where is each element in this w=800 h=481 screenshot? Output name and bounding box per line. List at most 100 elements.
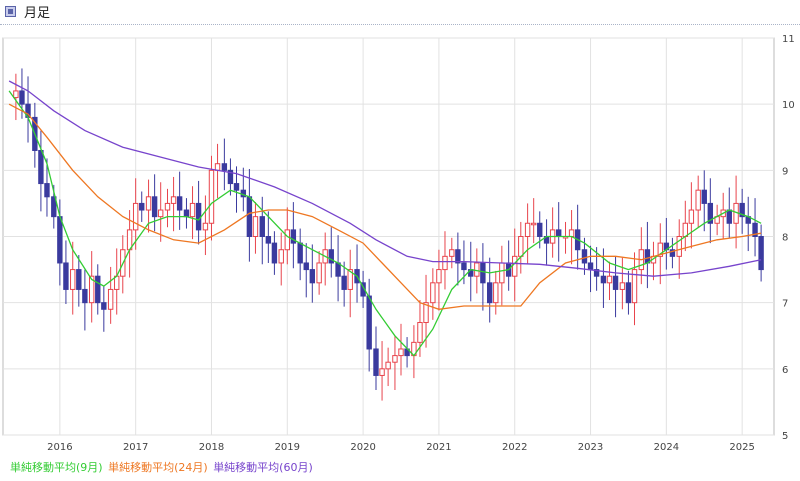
candle-down [480, 262, 486, 284]
candle-down [303, 262, 309, 271]
candle-up [493, 282, 499, 304]
candle-up [688, 209, 695, 224]
candle-down [487, 282, 493, 304]
x-tick-label: 2020 [350, 442, 375, 453]
candle-up [568, 229, 575, 237]
candle-down [19, 90, 25, 105]
candle-up [13, 90, 19, 99]
candle-down [259, 216, 265, 237]
candle-down [461, 262, 467, 271]
candle-up [132, 202, 139, 231]
candle-up [417, 322, 423, 343]
candle-down [309, 269, 316, 284]
candle-up [70, 269, 76, 290]
x-tick-label: 2023 [578, 442, 603, 453]
candle-down [297, 242, 303, 264]
candle-up [278, 249, 284, 264]
candle-down [151, 196, 158, 218]
candle-down [271, 242, 278, 264]
candle-down [38, 149, 44, 185]
x-tick-label: 2024 [654, 442, 679, 453]
chart-icon [5, 6, 16, 17]
candle-up [392, 355, 398, 363]
x-axis-ticks: 2016 2017 2018 2019 2020 2021 2022 2023 2024 2025 [47, 442, 755, 453]
candle-up [682, 222, 689, 237]
candle-down [195, 202, 202, 231]
candle-up [145, 196, 152, 211]
chart-header: 月足 [0, 0, 800, 25]
candle-down [758, 236, 764, 271]
candle-down [341, 275, 347, 290]
candle-up [284, 229, 290, 251]
legend-ma24: 単純移動平均(24月) [108, 461, 208, 474]
legend: 単純移動平均(9月) 単純移動平均(24月) 単純移動平均(60月) [10, 459, 315, 475]
candle-up [379, 368, 385, 376]
x-tick-label: 2016 [47, 442, 72, 453]
candle-up [499, 262, 505, 284]
candle-up [316, 262, 322, 284]
candle-up [695, 189, 701, 211]
candle-up [107, 288, 114, 310]
x-tick-label: 2017 [123, 442, 148, 453]
candle-down [587, 262, 594, 271]
candle-up [606, 275, 613, 284]
candle-down [265, 236, 272, 244]
candle-up [619, 282, 626, 290]
candle-down [644, 249, 651, 264]
candle-up [385, 361, 391, 370]
candle-down [82, 288, 88, 304]
candle-up [252, 216, 259, 237]
candle-down [600, 275, 607, 284]
candle-down [373, 348, 379, 376]
candle-down [221, 163, 228, 171]
candle-down [63, 262, 69, 290]
y-tick-label: 5 [782, 431, 788, 442]
candle-down [233, 183, 240, 191]
candle-down [581, 249, 588, 264]
y-tick-label: 6 [782, 365, 788, 376]
y-tick-label: 8 [782, 233, 788, 244]
legend-ma9: 単純移動平均(9月) [10, 461, 103, 474]
candle-up [449, 249, 455, 257]
candle-up [189, 202, 196, 218]
candlestick-chart: 567891011 2016 2017 2018 2019 2020 2021 2022 20… [2, 34, 795, 453]
candle-down [101, 302, 107, 310]
x-tick-label: 2021 [426, 442, 451, 453]
candle-down [176, 196, 183, 211]
candle-down [335, 262, 341, 277]
candle-up [170, 196, 177, 204]
candle-down [366, 295, 372, 350]
chart-period-title: 月足 [24, 6, 51, 21]
candle-down [57, 216, 63, 264]
candle-up [442, 255, 448, 271]
candle-up [436, 269, 442, 284]
x-tick-label: 2018 [199, 442, 224, 453]
candle-down [701, 189, 707, 204]
candle-up [214, 163, 221, 171]
legend-ma60: 単純移動平均(60月) [213, 461, 313, 474]
candle-down [625, 282, 632, 304]
candle-down [183, 209, 190, 218]
candle-up [398, 348, 404, 357]
y-tick-label: 11 [782, 34, 795, 45]
candle-down [44, 183, 50, 198]
candle-up [524, 222, 531, 237]
candle-up [157, 209, 164, 218]
candle-down [726, 209, 732, 224]
y-tick-label: 9 [782, 166, 788, 177]
candle-down [95, 275, 101, 304]
candle-up [164, 202, 171, 211]
candle-down [537, 222, 543, 237]
y-axis-ticks: 5 6 7 8 9 10 11 [782, 34, 795, 442]
x-tick-label: 2025 [729, 442, 754, 453]
candle-up [208, 169, 215, 224]
candle-down [612, 275, 619, 290]
candle-up [512, 255, 518, 277]
candle-down [76, 269, 82, 290]
candle-down [555, 229, 562, 237]
candle-up [202, 222, 209, 231]
x-tick-label: 2019 [275, 442, 300, 453]
candle-up [474, 262, 480, 277]
candle-up [430, 282, 436, 304]
y-tick-label: 7 [782, 299, 788, 310]
